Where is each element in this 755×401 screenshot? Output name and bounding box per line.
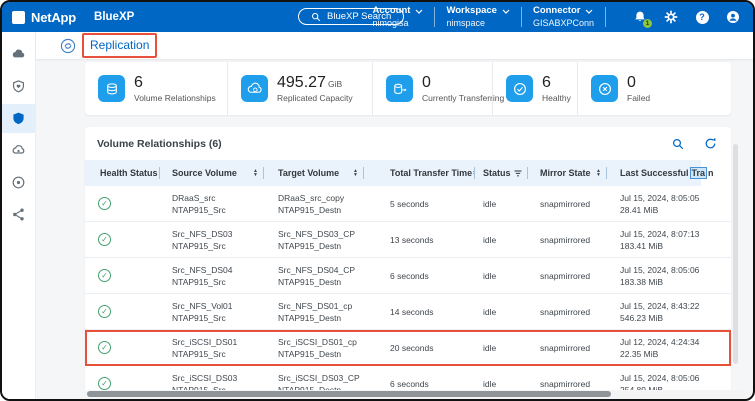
healthy-check-icon: ✓ — [98, 377, 111, 390]
help-glyph: ? — [699, 12, 705, 22]
brand-name: NetApp — [31, 10, 76, 25]
page-title[interactable]: Replication — [90, 38, 149, 52]
protection-shield-icon — [11, 111, 26, 126]
notifications-bell-icon[interactable]: 1 — [632, 9, 648, 25]
stat-replicated-capacity: 495.27GiB Replicated Capacity — [227, 62, 372, 115]
stat-value: 495.27 — [277, 74, 326, 91]
account-menu-value: nimogisa — [372, 18, 423, 28]
main-area: Replication 6 Volume Relationships — [36, 32, 753, 399]
filter-icon[interactable] — [514, 170, 522, 177]
replication-icon — [60, 38, 76, 54]
app-window: NetApp BlueXP BlueXP Search Account nimo… — [0, 0, 755, 401]
chevron-down-icon — [502, 9, 510, 14]
healthy-check-icon: ✓ — [98, 305, 111, 318]
cloud-sync-icon — [241, 75, 268, 102]
table-header-row: Health Status ↑ Source Volume ▲▼ Target … — [85, 160, 731, 186]
column-header-mirror-state[interactable]: Mirror State ▲▼ — [528, 160, 607, 186]
vertical-scrollbar[interactable] — [733, 144, 738, 364]
sidebar-item-mobility[interactable] — [2, 136, 35, 165]
workspace-menu-label: Workspace — [446, 6, 497, 16]
column-header-source-volume[interactable]: Source Volume ▲▼ — [160, 160, 264, 186]
table-body: ✓ DRaaS_srcNTAP915_Src DRaaS_src_copyNTA… — [85, 186, 731, 394]
stat-value: 0 — [422, 74, 431, 91]
stat-healthy: 6 Healthy — [492, 62, 577, 115]
stat-label: Failed — [627, 93, 650, 103]
table-refresh-icon[interactable] — [704, 137, 717, 150]
sidebar-item-health[interactable] — [2, 72, 35, 101]
sidebar-item-protection[interactable] — [2, 104, 35, 133]
breadcrumb: Replication — [36, 32, 753, 59]
stat-currently-transferring: 0 Currently Transferring — [372, 62, 492, 115]
mobility-cloud-icon — [11, 143, 26, 158]
sort-icon[interactable]: ▲▼ — [596, 169, 601, 177]
stat-value: 6 — [134, 74, 143, 91]
stat-label: Replicated Capacity — [277, 93, 353, 103]
settings-gear-icon[interactable] — [663, 9, 679, 25]
healthy-check-icon — [506, 75, 533, 102]
connector-menu[interactable]: Connector GISABXPConn — [533, 6, 594, 28]
sort-icon[interactable]: ▲▼ — [253, 169, 258, 177]
sidebar-item-governance[interactable] — [2, 200, 35, 229]
divider — [434, 7, 435, 27]
column-header-status[interactable]: Status — [475, 160, 528, 186]
text-selection-highlight: Tra — [690, 167, 708, 179]
sidebar-item-storage-canvas[interactable] — [2, 40, 35, 69]
help-icon[interactable]: ? — [694, 9, 710, 25]
healthy-check-icon: ✓ — [98, 233, 111, 246]
top-right-controls: Account nimogisa Workspace nimspace Conn… — [372, 6, 753, 28]
extend-target-icon — [11, 175, 26, 190]
table-row-annotated[interactable]: ✓ Src_iSCSI_DS01NTAP915_Src Src_iSCSI_DS… — [85, 330, 731, 366]
health-shield-icon — [11, 79, 26, 94]
column-header-last-successful-transfer[interactable]: Last Successful Tran — [607, 160, 731, 186]
column-header-total-transfer-time[interactable]: Total Transfer Time ▲▼ — [364, 160, 475, 186]
user-profile-icon[interactable] — [725, 9, 741, 25]
table-row[interactable]: ✓ DRaaS_srcNTAP915_Src DRaaS_src_copyNTA… — [85, 186, 731, 222]
stat-value: 6 — [542, 74, 551, 91]
failed-x-icon — [591, 75, 618, 102]
stat-value: 0 — [627, 74, 636, 91]
share-nodes-icon — [11, 207, 26, 222]
healthy-check-icon: ✓ — [98, 341, 111, 354]
healthy-check-icon: ✓ — [98, 269, 111, 282]
stat-volume-relationships: 6 Volume Relationships — [85, 62, 227, 115]
horizontal-scrollbar-thumb[interactable] — [87, 391, 611, 397]
table-title: Volume Relationships (6) — [97, 138, 222, 150]
column-header-health-status[interactable]: Health Status ↑ — [85, 160, 160, 186]
sort-icon[interactable]: ▲▼ — [353, 169, 358, 177]
horizontal-scrollbar[interactable] — [85, 390, 748, 398]
chevron-down-icon — [585, 9, 593, 14]
table-row[interactable]: ✓ Src_NFS_DS04NTAP915_Src Src_NFS_DS04_C… — [85, 258, 731, 294]
chevron-down-icon — [415, 9, 423, 14]
table-search-icon[interactable] — [672, 138, 684, 150]
connector-menu-label: Connector — [533, 6, 581, 16]
divider — [521, 7, 522, 27]
annotation-box-breadcrumb: Replication — [82, 33, 157, 58]
divider — [605, 7, 606, 27]
content: 6 Volume Relationships 495.27GiB Replica… — [36, 59, 753, 399]
volumes-stack-icon — [98, 75, 125, 102]
netapp-logo-icon — [12, 11, 25, 24]
transfer-volume-icon — [386, 75, 413, 102]
column-header-target-volume[interactable]: Target Volume ▲▼ — [264, 160, 364, 186]
table-row[interactable]: ✓ Src_NFS_DS03NTAP915_Src Src_NFS_DS03_C… — [85, 222, 731, 258]
stat-failed: 0 Failed — [577, 62, 731, 115]
summary-card: 6 Volume Relationships 495.27GiB Replica… — [85, 62, 731, 115]
sidebar-item-extend[interactable] — [2, 168, 35, 197]
workspace-menu-value: nimspace — [446, 18, 510, 28]
notification-badge: 1 — [643, 19, 652, 28]
workspace-menu[interactable]: Workspace nimspace — [446, 6, 510, 28]
stat-label: Volume Relationships — [134, 93, 216, 103]
canvas-cloud-icon — [11, 47, 26, 62]
top-header: NetApp BlueXP BlueXP Search Account nimo… — [2, 2, 753, 32]
stat-label: Healthy — [542, 93, 571, 103]
healthy-check-icon: ✓ — [98, 197, 111, 210]
connector-menu-value: GISABXPConn — [533, 18, 594, 28]
search-icon — [311, 12, 321, 22]
volume-relationships-card: Volume Relationships (6) Health Status — [85, 127, 731, 394]
brand: NetApp BlueXP — [2, 10, 134, 25]
table-row[interactable]: ✓ Src_NFS_Vol01NTAP915_Src Src_NFS_DS01_… — [85, 294, 731, 330]
left-sidebar — [2, 32, 36, 399]
product-name: BlueXP — [94, 11, 134, 23]
